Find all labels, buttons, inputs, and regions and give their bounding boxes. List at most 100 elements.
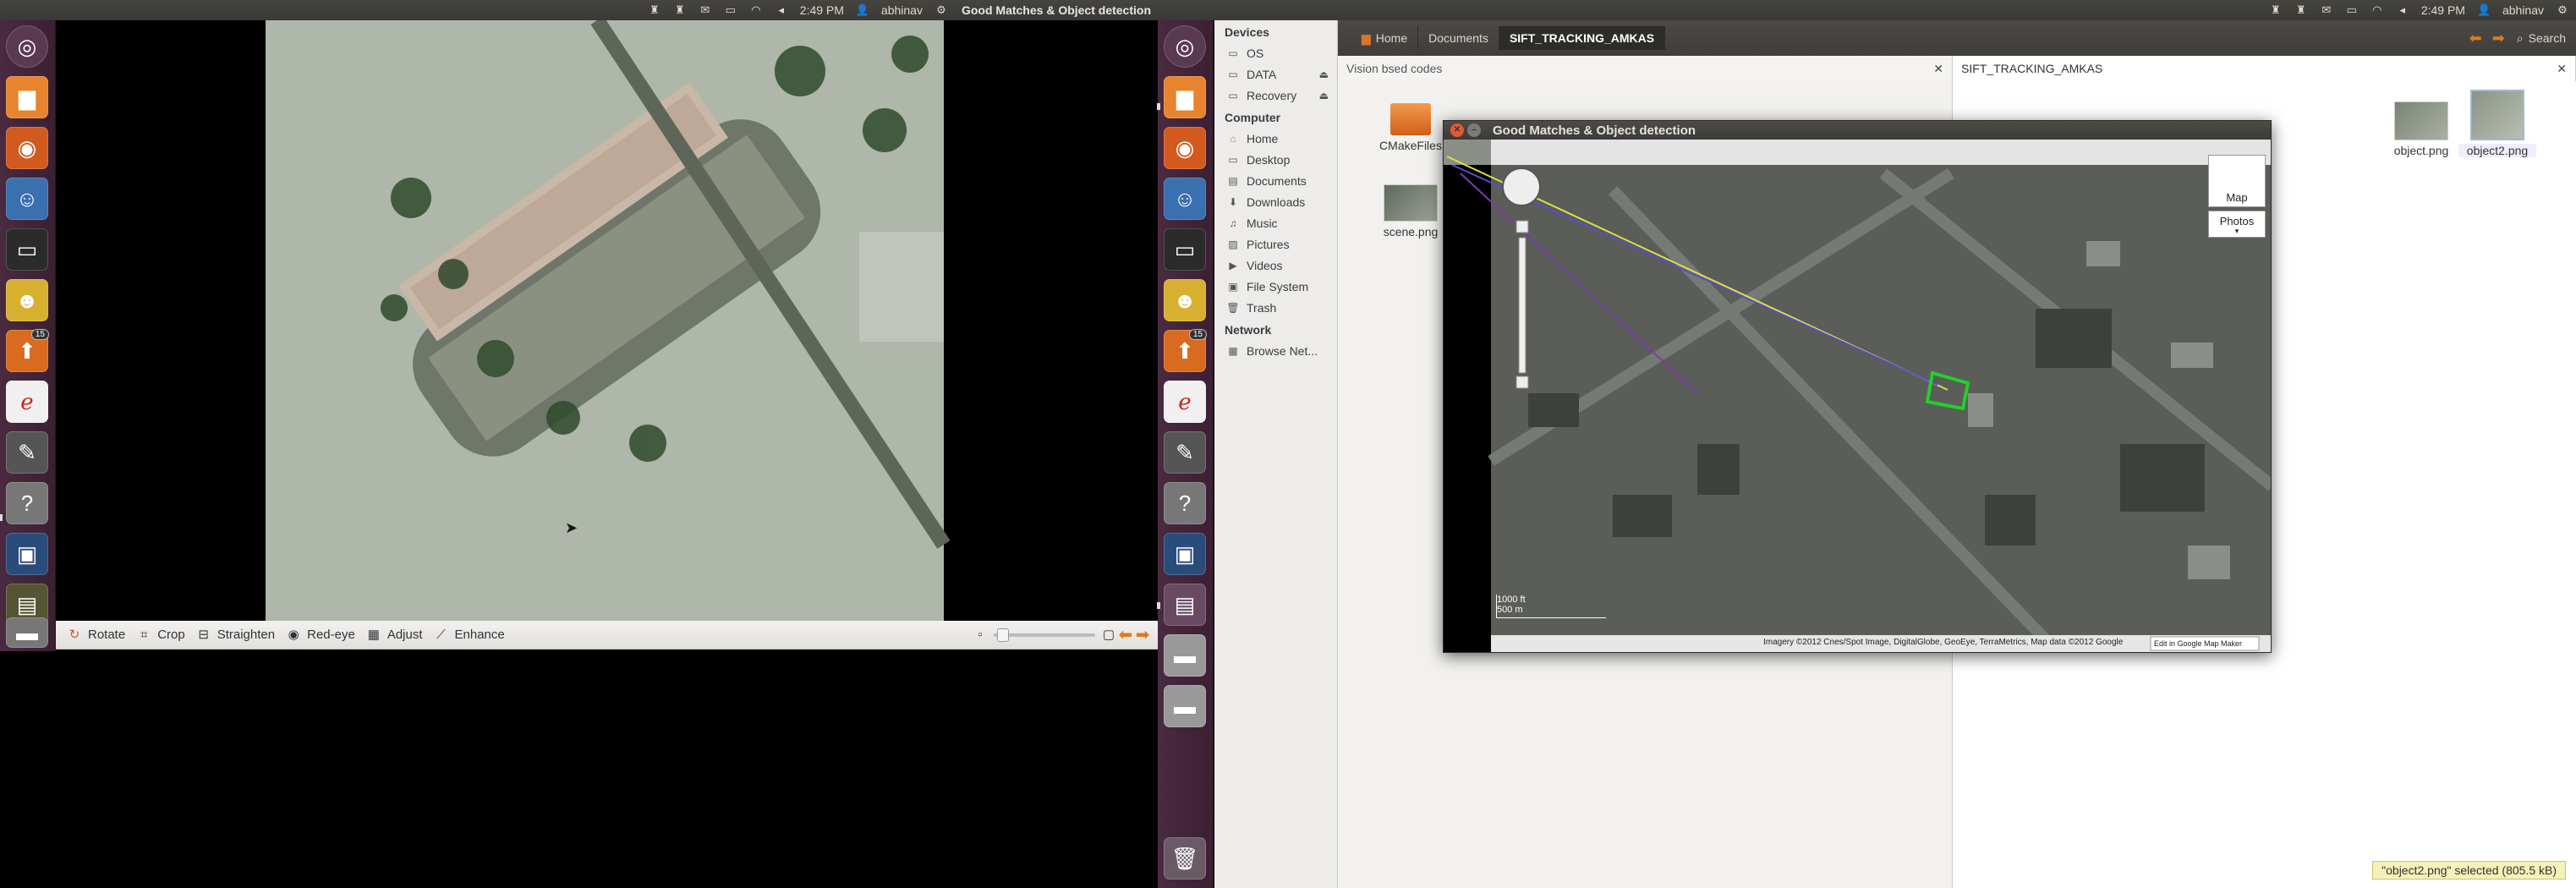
disk-icon-2[interactable]: ▬ xyxy=(1164,685,1206,727)
battery-icon[interactable]: ▭ xyxy=(2345,4,2359,16)
sidebar-item-desktop[interactable]: ▭ Desktop xyxy=(1214,149,1337,170)
disk-icon[interactable]: ▬ xyxy=(6,617,48,648)
pictures-icon: ▨ xyxy=(1228,238,1238,250)
software-update-icon[interactable]: ⬆ 15 xyxy=(1164,329,1207,372)
battery-icon[interactable]: ▭ xyxy=(724,4,737,16)
eject-icon[interactable]: ⏏ xyxy=(1319,90,1329,101)
previous-arrow-icon[interactable]: ⬅ xyxy=(1117,627,1134,644)
sidebar-item-file-system[interactable]: ▣ File System xyxy=(1214,276,1337,297)
next-arrow-icon[interactable]: ➡ xyxy=(1134,627,1151,644)
gear-icon[interactable]: ⚙ xyxy=(934,4,948,16)
sidebar-item-pictures[interactable]: ▨ Pictures xyxy=(1214,233,1337,255)
sidebar-item-label: Pictures xyxy=(1247,237,1290,251)
sidebar-item-label: Music xyxy=(1247,216,1278,230)
terminal-icon[interactable]: ▭ xyxy=(6,228,48,271)
volume-icon[interactable]: ◂ xyxy=(775,4,788,16)
close-icon[interactable]: ✕ xyxy=(2557,62,2567,76)
opencv-window-title: Good Matches & Object detection xyxy=(1493,123,1696,138)
back-arrow-icon[interactable]: ⬅ xyxy=(2469,30,2482,47)
red-eye-button[interactable]: ◉ Red-eye xyxy=(285,628,355,643)
volume-icon[interactable]: ◂ xyxy=(2396,4,2409,16)
sidebar-item-trash[interactable]: 🗑 Trash xyxy=(1214,297,1337,318)
mouse-cursor-icon: ➤ xyxy=(565,519,578,536)
gnome-icon[interactable]: ☻ xyxy=(1164,279,1206,321)
dash-home-icon[interactable]: ◎ xyxy=(6,25,48,68)
sidebar-item-music[interactable]: ♫ Music xyxy=(1214,212,1337,233)
files-icon[interactable]: ▆ xyxy=(1164,76,1206,118)
messaging-icon-2[interactable]: ♜ xyxy=(673,4,687,16)
messaging-icon-2[interactable]: ♜ xyxy=(2294,4,2308,16)
file-cmakefiles[interactable]: CMakeFiles xyxy=(1372,103,1450,152)
minimize-icon[interactable]: – xyxy=(1467,123,1481,137)
software-update-icon[interactable]: ⬆ 15 xyxy=(6,329,49,372)
search-button[interactable]: Search xyxy=(2529,31,2566,45)
mail-icon[interactable]: ✉ xyxy=(2320,4,2333,16)
disk-icon[interactable]: ▬ xyxy=(1164,634,1206,677)
wifi-icon[interactable]: ◠ xyxy=(2370,4,2384,16)
text-editor-icon[interactable]: ✎ xyxy=(6,431,48,474)
forward-arrow-icon[interactable]: ➡ xyxy=(2492,30,2505,47)
shotwell-icon[interactable]: ▣ xyxy=(1164,533,1206,575)
files-icon[interactable]: ▆ xyxy=(6,76,48,118)
acrobat-icon[interactable]: ℯ xyxy=(6,381,48,423)
breadcrumb-label: Documents xyxy=(1428,31,1488,45)
sidebar-item-documents[interactable]: ▤ Documents xyxy=(1214,170,1337,191)
zoom-slider[interactable] xyxy=(994,628,1095,642)
breadcrumb-home[interactable]: ▆ Home xyxy=(1351,26,1419,50)
close-icon[interactable]: ✕ xyxy=(1933,62,1943,76)
adjust-button[interactable]: ▦ Adjust xyxy=(365,628,423,643)
edit-in-map-maker-link[interactable]: Edit in Google Map Maker xyxy=(2154,639,2242,648)
sidebar-item-home[interactable]: ⌂ Home xyxy=(1214,128,1337,149)
user-name[interactable]: abhinav xyxy=(881,3,923,17)
text-editor-icon[interactable]: ✎ xyxy=(1164,431,1206,474)
enhance-button[interactable]: ⟋ Enhance xyxy=(433,628,504,643)
rotate-button[interactable]: ↻ Rotate xyxy=(66,628,126,643)
crop-button[interactable]: ⌗ Crop xyxy=(135,628,185,643)
clock[interactable]: 2:49 PM xyxy=(2421,3,2465,17)
firefox-icon[interactable]: ◉ xyxy=(6,127,48,169)
help-icon[interactable]: ? xyxy=(1164,482,1206,524)
sidebar-item-os[interactable]: ▭ OS xyxy=(1214,42,1337,63)
sidebar-item-downloads[interactable]: ⬇ Downloads xyxy=(1214,191,1337,212)
zoom-slider-handle[interactable] xyxy=(997,628,1009,642)
close-icon[interactable]: ✕ xyxy=(1450,123,1464,137)
acrobat-icon[interactable]: ℯ xyxy=(1164,381,1206,423)
firefox-icon[interactable]: ◉ xyxy=(1164,127,1206,169)
gnome-icon[interactable]: ☻ xyxy=(6,279,48,321)
zoom-in-icon[interactable]: ▢ xyxy=(1100,628,1117,643)
straighten-button[interactable]: ⊟ Straighten xyxy=(195,628,275,643)
zoom-out-icon[interactable]: ▫ xyxy=(972,628,989,643)
pane-left-header[interactable]: Vision bsed codes ✕ xyxy=(1338,56,1953,81)
sidebar-item-browse-network[interactable]: ▦ Browse Net... xyxy=(1214,340,1337,361)
pane-right-header[interactable]: SIFT_TRACKING_AMKAS ✕ xyxy=(1953,56,2576,81)
file-scene-png[interactable]: scene.png xyxy=(1372,184,1450,238)
dash-home-icon[interactable]: ◎ xyxy=(1164,25,1206,68)
mail-icon[interactable]: ✉ xyxy=(699,4,712,16)
user-name[interactable]: abhinav xyxy=(2502,3,2544,17)
map-type-button[interactable]: Map xyxy=(2208,155,2266,207)
breadcrumb-documents[interactable]: Documents xyxy=(1418,26,1499,50)
eject-icon[interactable]: ⏏ xyxy=(1319,69,1329,80)
opencv-title-bar[interactable]: ✕ – Good Matches & Object detection xyxy=(1444,121,2271,140)
adjust-icon: ▦ xyxy=(367,627,380,642)
terminal-icon[interactable]: ▭ xyxy=(1164,228,1206,271)
help-icon[interactable]: ? xyxy=(6,482,48,524)
file-object2-png[interactable]: object2.png xyxy=(2458,90,2536,157)
robot-icon[interactable]: ☺ xyxy=(1164,178,1206,220)
file-object-png[interactable]: object.png xyxy=(2382,101,2460,157)
messaging-icon[interactable]: ♜ xyxy=(648,4,661,16)
breadcrumb-sift-tracking[interactable]: SIFT_TRACKING_AMKAS xyxy=(1499,26,1666,50)
map-button-label: Map xyxy=(2226,191,2248,204)
messaging-icon[interactable]: ♜ xyxy=(2269,4,2283,16)
trash-icon[interactable]: 🗑 xyxy=(1164,837,1206,880)
clock[interactable]: 2:49 PM xyxy=(800,3,844,17)
wifi-icon[interactable]: ◠ xyxy=(749,4,763,16)
shotwell-icon[interactable]: ▣ xyxy=(6,533,48,575)
sidebar-item-recovery[interactable]: ▭ Recovery ⏏ xyxy=(1214,85,1337,106)
gear-icon[interactable]: ⚙ xyxy=(2556,4,2569,16)
opencv-window-icon[interactable]: ▤ xyxy=(1164,584,1206,626)
sidebar-item-videos[interactable]: ▶ Videos xyxy=(1214,255,1337,276)
sidebar-item-data[interactable]: ▭ DATA ⏏ xyxy=(1214,63,1337,85)
robot-icon[interactable]: ☺ xyxy=(6,178,48,220)
photos-button[interactable]: Photos ▾ xyxy=(2208,211,2266,238)
